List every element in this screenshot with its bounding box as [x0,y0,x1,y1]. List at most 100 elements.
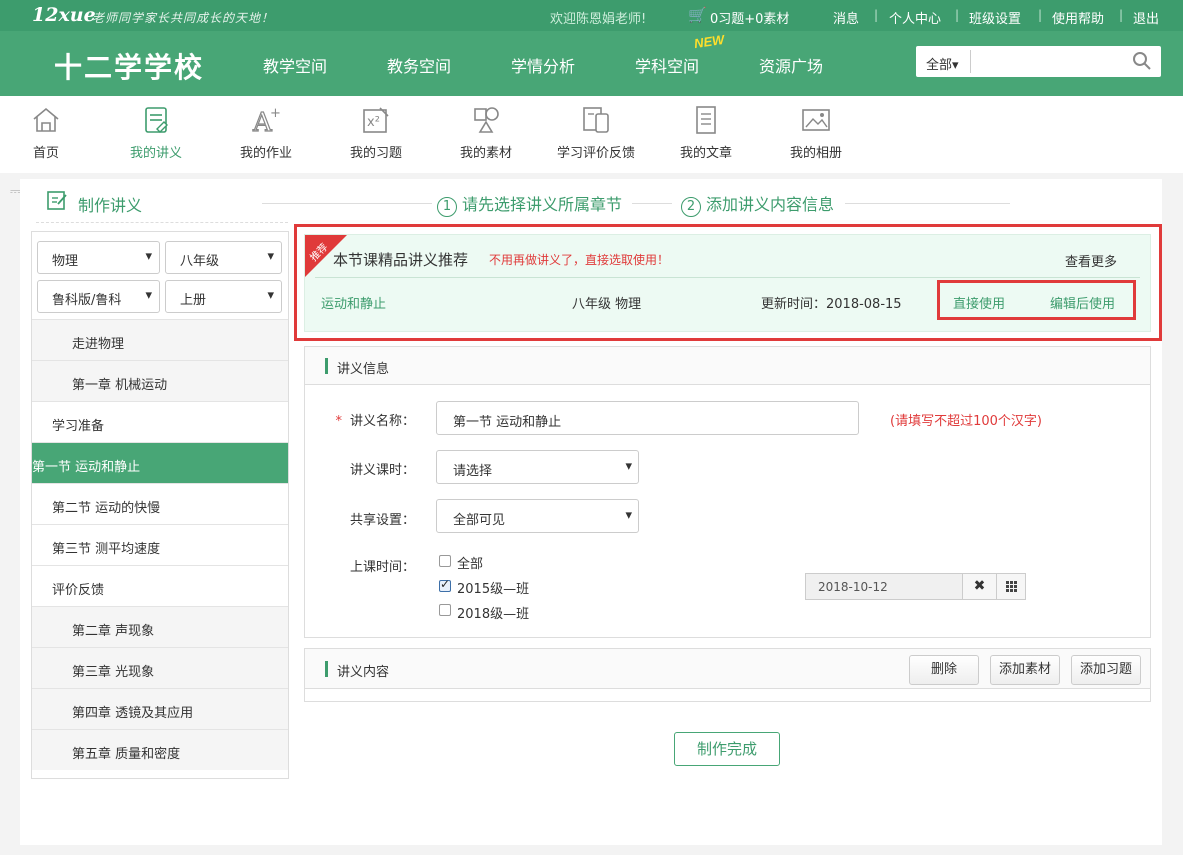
tool-label: 我的相册 [789,146,842,161]
action-highlight [937,280,1136,320]
add-exercise-button[interactable]: 添加习题 [1071,655,1141,685]
handout-content-panel: 讲义内容 删除 添加素材 添加习题 [304,648,1151,702]
svg-text:+: + [270,106,281,121]
nav-resource-square[interactable]: 资源广场 [759,53,823,77]
materials-icon [474,107,499,133]
grade-select[interactable]: 八年级 [165,241,282,274]
view-more-link[interactable]: 查看更多 [1065,251,1117,270]
panel-header: 讲义信息 [305,347,1150,385]
subject-select[interactable]: 物理 [37,241,160,274]
recommend-hint: 不用再做讲义了，直接选取使用！ [489,253,670,267]
chapter-item[interactable]: 第一章 机械运动 [32,360,288,401]
nav-teaching-space[interactable]: 教学空间 [263,53,327,109]
recommend-divider [315,277,1140,278]
nav-academic-space[interactable]: 教务空间 [387,53,451,77]
site-slogan: 老师同学家长共同成长的天地！ [92,11,275,25]
class-2018-label: 2018级—班 [457,607,530,622]
search-category-dropdown[interactable]: 全部▾ [926,54,959,73]
chapter-item[interactable]: 第二节 运动的快慢 [32,483,288,524]
chapter-item[interactable]: 走进物理 [32,319,288,360]
school-name: 十二学学校 [54,51,205,84]
clear-date-icon[interactable]: ✖ [962,573,997,600]
share-select[interactable]: 全部可见 [436,499,639,533]
calendar-icon[interactable] [996,573,1026,600]
recommend-grade-subject: 八年级 物理 [572,297,642,312]
class-all-label: 全部 [457,557,484,572]
step-1: 1 请先选择讲义所属章节 [437,191,622,217]
hours-label: 讲义课时： [349,463,415,478]
article-icon [696,106,716,134]
class-time-label: 上课时间： [349,560,415,575]
search-icon[interactable] [1132,51,1152,71]
tool-my-materials[interactable]: 我的素材 [431,104,541,161]
header-accent [325,358,328,374]
header-accent [325,661,328,677]
tool-my-articles[interactable]: 我的文章 [651,104,761,161]
search-box: 全部▾ [916,46,1161,77]
tool-my-handouts[interactable]: 我的讲义 [101,104,211,161]
module-toolbar: 首页 我的讲义 A + 我的作业 x² 我的习题 我的素材 学习评价反馈 我的文章… [0,96,1183,173]
recommend-title: 本节课精品讲义推荐 [333,251,469,269]
chapter-item[interactable]: 第三节 测平均速度 [32,524,288,565]
tool-label: 我的素材 [459,146,512,161]
exercise-icon: x² [363,107,389,133]
tool-home[interactable]: 首页 [0,104,101,161]
step-2-label: 添加讲义内容信息 [706,195,835,214]
class-2015-checkbox[interactable] [439,577,451,592]
class-all-checkbox[interactable] [439,555,451,567]
tool-label: 我的文章 [679,146,732,161]
tool-label: 我的习题 [349,146,402,161]
finish-button[interactable]: 制作完成 [674,732,780,766]
tool-label: 首页 [32,146,59,161]
class-date-input[interactable]: 2018-10-12 [805,573,963,600]
chapter-item[interactable]: 第二章 声现象 [32,606,288,647]
tool-label: 我的讲义 [129,146,182,161]
share-label: 共享设置： [349,513,415,528]
search-divider [970,50,971,73]
chapter-item[interactable]: 第三章 光现象 [32,647,288,688]
add-material-button[interactable]: 添加素材 [990,655,1060,685]
step-divider [845,203,1010,204]
tool-learning-feedback[interactable]: 学习评价反馈 [541,104,651,161]
chapter-item[interactable]: 第一节 运动和静止 [32,442,288,483]
tool-my-exercises[interactable]: x² 我的习题 [321,104,431,161]
step-2: 2 添加讲义内容信息 [681,191,834,217]
chapter-item[interactable]: 学习准备 [32,401,288,442]
name-label: * 讲义名称： [305,410,415,429]
class-2018-checkbox[interactable] [439,604,451,616]
tool-label: 学习评价反馈 [556,146,635,161]
nav-learning-analysis[interactable]: 学情分析 [511,53,575,77]
chapter-item[interactable]: 评价反馈 [32,565,288,606]
volume-select[interactable]: 上册 [165,280,282,313]
separator: | [874,8,879,22]
link-profile[interactable]: 个人中心 [889,8,941,27]
pin-icon[interactable]: ⎓ [10,184,20,199]
search-input[interactable] [974,50,1124,73]
required-mark: * [335,414,342,429]
link-logout[interactable]: 退出 [1133,8,1159,27]
chapter-sidebar: 物理 八年级 鲁科版/鲁科 上册 走进物理第一章 机械运动学习准备第一节 运动和… [31,231,289,779]
tool-my-homework[interactable]: A + 我的作业 [211,104,321,161]
site-logo[interactable]: 12xue [32,4,96,26]
chapter-item[interactable]: 第四章 透镜及其应用 [32,688,288,729]
hours-select[interactable]: 请选择 [436,450,639,484]
panel-title: 讲义信息 [337,362,390,377]
basket-icon[interactable]: 🛒 [688,6,707,24]
chapter-item[interactable]: 第五章 质量和密度 [32,729,288,770]
tool-label: 我的作业 [239,146,292,161]
tool-my-album[interactable]: 我的相册 [761,104,871,161]
handout-name-input[interactable]: 第一节 运动和静止 [436,401,859,435]
link-class-settings[interactable]: 班级设置 [969,8,1021,27]
delete-button[interactable]: 删除 [909,655,979,685]
name-label-text: 讲义名称： [349,414,415,429]
nav-subject-space[interactable]: 学科空间 [635,53,699,77]
link-messages[interactable]: 消息 [833,8,859,27]
recommend-lesson-link[interactable]: 运动和静止 [321,293,386,312]
edition-select[interactable]: 鲁科版/鲁科 [37,280,160,313]
handout-icon [145,107,168,133]
link-help[interactable]: 使用帮助 [1052,8,1104,27]
separator: | [955,8,960,22]
step-1-number: 1 [437,197,457,217]
homework-icon: A+ [251,106,281,136]
basket-count[interactable]: 0习题+0素材 [710,8,789,27]
